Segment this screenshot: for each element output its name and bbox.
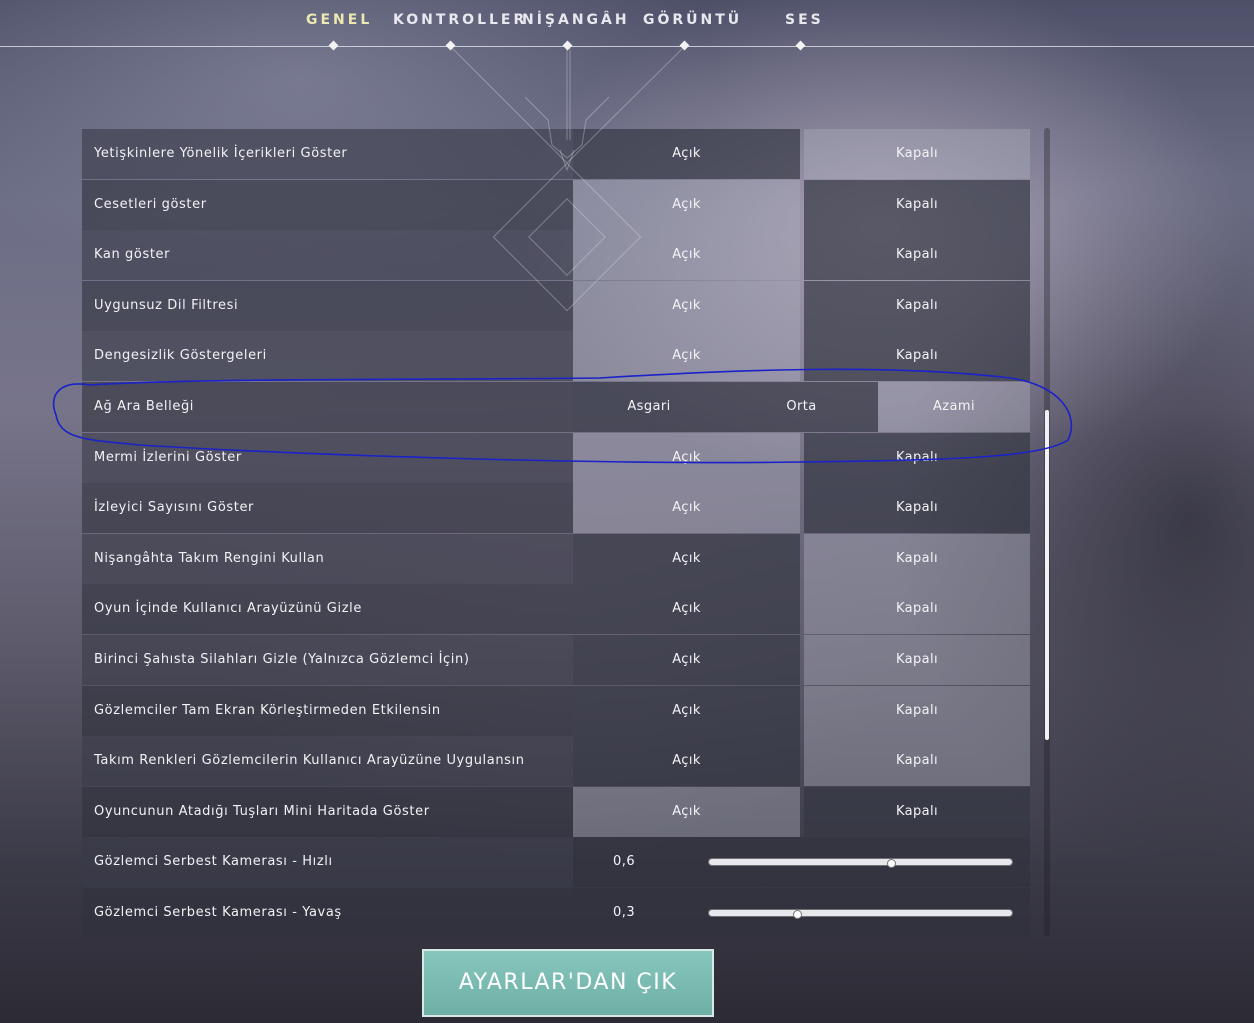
slider-value: 0,3: [613, 905, 636, 920]
setting-label: Gözlemci Serbest Kamerası - Yavaş: [82, 888, 573, 938]
slider-thumb[interactable]: [887, 858, 897, 868]
setting-row: Takım Renkleri Gözlemcilerin Kullanıcı A…: [82, 736, 1030, 787]
setting-label: Gözlemciler Tam Ekran Körleştirmeden Etk…: [82, 685, 573, 736]
option-button[interactable]: Kapalı: [804, 280, 1030, 331]
setting-row: Birinci Şahısta Silahları Gizle (Yalnızc…: [82, 635, 1030, 685]
option-button[interactable]: Kapalı: [804, 331, 1030, 382]
setting-row: Dengesizlik Göstergeleri Açık Kapalı: [82, 331, 1030, 382]
setting-row: Uygunsuz Dil Filtresi Açık Kapalı: [82, 280, 1030, 331]
setting-label: Oyun İçinde Kullanıcı Arayüzünü Gizle: [82, 584, 573, 635]
setting-row: Kan göster Açık Kapalı: [82, 230, 1030, 281]
option-button[interactable]: Açık: [573, 786, 800, 837]
scrollbar-thumb[interactable]: [1045, 410, 1049, 740]
setting-row: İzleyici Sayısını Göster Açık Kapalı: [82, 483, 1030, 534]
slider-value: 0,6: [613, 854, 636, 870]
option-button[interactable]: Açık: [573, 432, 800, 483]
option-button[interactable]: Kapalı: [804, 786, 1030, 837]
setting-label: Cesetleri göster: [82, 179, 573, 230]
option-button[interactable]: Kapalı: [804, 584, 1030, 635]
setting-label: Mermi İzlerini Göster: [82, 432, 573, 483]
setting-label: Dengesizlik Göstergeleri: [82, 331, 573, 382]
option-button[interactable]: Kapalı: [804, 129, 1030, 179]
setting-label: Kan göster: [82, 230, 573, 281]
setting-label: Uygunsuz Dil Filtresi: [82, 280, 573, 331]
option-button[interactable]: Kapalı: [804, 533, 1030, 584]
option-button[interactable]: Açık: [573, 129, 800, 179]
exit-settings-button[interactable]: AYARLAR'DAN ÇIK: [422, 949, 714, 1017]
tab-marker-ses: [795, 40, 806, 51]
tab-kontroller[interactable]: KONTROLLER: [393, 12, 527, 28]
tab-marker-nisangah: [562, 40, 573, 51]
option-button[interactable]: Açık: [573, 331, 800, 382]
settings-scrollbar[interactable]: [1044, 128, 1050, 936]
option-button[interactable]: Kapalı: [804, 483, 1030, 534]
setting-label: İzleyici Sayısını Göster: [82, 483, 573, 534]
option-button[interactable]: Açık: [573, 685, 800, 736]
option-button[interactable]: Kapalı: [804, 736, 1030, 787]
settings-list: Yetişkinlere Yönelik İçerikleri Göster Aç…: [82, 129, 1030, 939]
tab-nisangah[interactable]: NİŞANGÂH: [522, 12, 630, 28]
option-button[interactable]: Orta: [725, 382, 878, 432]
setting-label: Oyuncunun Atadığı Tuşları Mini Haritada …: [82, 786, 573, 837]
option-button[interactable]: Açık: [573, 179, 800, 230]
setting-row: Cesetleri göster Açık Kapalı: [82, 179, 1030, 230]
option-button[interactable]: Açık: [573, 736, 800, 787]
tab-ses[interactable]: SES: [785, 12, 824, 28]
option-button[interactable]: Açık: [573, 230, 800, 281]
option-button[interactable]: Asgari: [573, 382, 725, 432]
tab-marker-goruntu: [679, 40, 690, 51]
option-button[interactable]: Kapalı: [804, 179, 1030, 230]
slider-thumb[interactable]: [793, 909, 803, 919]
tab-divider: [0, 46, 1254, 47]
setting-row: Ağ Ara Belleği Asgari Orta Azami: [82, 382, 1030, 432]
setting-label: Birinci Şahısta Silahları Gizle (Yalnızc…: [82, 635, 573, 685]
tab-marker-kontroller: [445, 40, 456, 51]
tab-genel[interactable]: GENEL: [306, 12, 372, 28]
option-button[interactable]: Kapalı: [804, 635, 1030, 685]
setting-row: Oyun İçinde Kullanıcı Arayüzünü Gizle Açı…: [82, 584, 1030, 635]
slider-row: Gözlemci Serbest Kamerası - Yavaş 0,3: [82, 888, 1030, 938]
option-button[interactable]: Açık: [573, 483, 800, 534]
option-button[interactable]: Kapalı: [804, 685, 1030, 736]
slider-track[interactable]: [708, 858, 1013, 868]
option-button[interactable]: Açık: [573, 635, 800, 685]
setting-label: Ağ Ara Belleği: [82, 382, 573, 432]
slider-cell: 0,3: [573, 888, 1030, 938]
option-button[interactable]: Açık: [573, 533, 800, 584]
option-button[interactable]: Azami: [878, 382, 1030, 432]
settings-tabs: GENEL KONTROLLER NİŞANGÂH GÖRÜNTÜ SES: [0, 0, 1254, 51]
setting-row: Oyuncunun Atadığı Tuşları Mini Haritada …: [82, 786, 1030, 837]
option-button[interactable]: Açık: [573, 584, 800, 635]
option-button[interactable]: Kapalı: [804, 432, 1030, 483]
setting-label: Nişangâhta Takım Rengini Kullan: [82, 533, 573, 584]
option-button[interactable]: Kapalı: [804, 230, 1030, 281]
slider-cell: 0,6: [573, 837, 1030, 888]
setting-row: Mermi İzlerini Göster Açık Kapalı: [82, 432, 1030, 483]
setting-label: Yetişkinlere Yönelik İçerikleri Göster: [82, 129, 573, 179]
tab-marker-genel: [328, 40, 339, 51]
tab-goruntu[interactable]: GÖRÜNTÜ: [643, 12, 742, 28]
setting-label: Takım Renkleri Gözlemcilerin Kullanıcı A…: [82, 736, 573, 787]
option-button[interactable]: Açık: [573, 280, 800, 331]
setting-row: Yetişkinlere Yönelik İçerikleri Göster Aç…: [82, 129, 1030, 179]
setting-row: Gözlemciler Tam Ekran Körleştirmeden Etk…: [82, 685, 1030, 736]
setting-row: Nişangâhta Takım Rengini Kullan Açık Kapal…: [82, 533, 1030, 584]
slider-track[interactable]: [708, 909, 1013, 919]
setting-label: Gözlemci Serbest Kamerası - Hızlı: [82, 837, 573, 888]
slider-row: Gözlemci Serbest Kamerası - Hızlı 0,6: [82, 837, 1030, 888]
